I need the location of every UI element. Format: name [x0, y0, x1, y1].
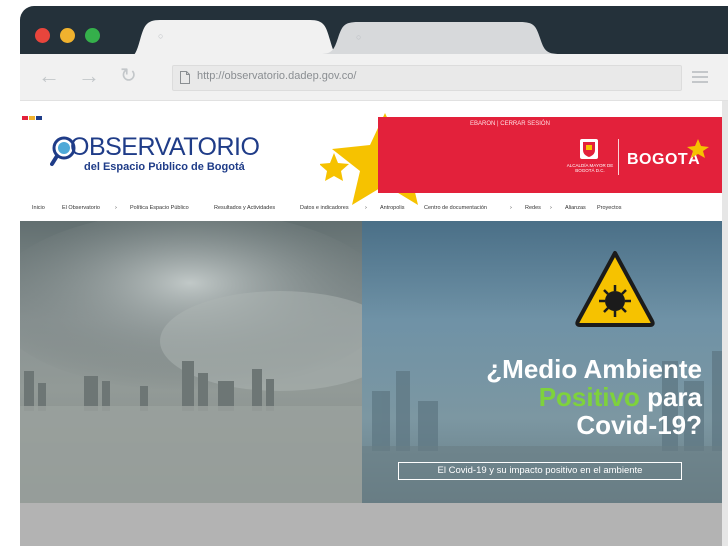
hero-title-line2-rest: para: [639, 382, 702, 412]
virus-warning-icon: [575, 251, 655, 327]
logo-subtitle: del Espacio Público de Bogotá: [84, 161, 245, 173]
nav-item-datos[interactable]: Datos e indicadores: [300, 205, 349, 211]
nav-chevron-icon: ›: [365, 205, 367, 211]
back-button[interactable]: ←: [38, 64, 60, 88]
nav-item-politica[interactable]: Política Espacio Público: [130, 205, 189, 211]
nav-item-proyectos[interactable]: Proyectos: [597, 205, 621, 211]
nav-item-observatorio[interactable]: El Observatorio: [62, 205, 100, 211]
url-field[interactable]: http://observatorio.dadep.gov.co/: [172, 65, 682, 91]
language-flags[interactable]: [22, 107, 43, 125]
logo-title: OBSERVATORIO: [70, 133, 260, 161]
main-navigation: Inicio El Observatorio › Política Espaci…: [20, 205, 728, 219]
hero-subtitle: El Covid-19 y su impacto positivo en el …: [398, 462, 682, 480]
tab-label: ○: [356, 32, 362, 42]
browser-window: ○ ○ ← → ↻ http://observatorio.dadep.gov.…: [20, 6, 728, 546]
hero-title-line1: ¿Medio Ambiente: [486, 354, 702, 384]
alcaldia-label: ALCALDÍA MAYOR DE BOGOTÁ D.C.: [566, 163, 614, 173]
session-links[interactable]: EBARON | CERRAR SESIÓN: [470, 121, 550, 127]
hero-title-highlight: Positivo: [538, 382, 640, 412]
nav-item-resultados[interactable]: Resultados y Actividades: [214, 205, 275, 211]
nav-chevron-icon: ›: [115, 205, 117, 211]
web-page: OBSERVATORIO del Espacio Público de Bogo…: [20, 101, 728, 546]
maximize-window-button[interactable]: [85, 28, 100, 43]
nav-chevron-icon: ›: [510, 205, 512, 211]
hero-title-line3: Covid-19?: [576, 410, 702, 440]
scrollbar[interactable]: [722, 101, 728, 546]
close-window-button[interactable]: [35, 28, 50, 43]
reload-button[interactable]: ↻: [120, 64, 137, 88]
minimize-window-button[interactable]: [60, 28, 75, 43]
nav-item-alianzas[interactable]: Alianzas: [565, 205, 586, 211]
url-text: http://observatorio.dadep.gov.co/: [197, 70, 357, 82]
tab-label: ○: [158, 31, 164, 41]
site-header: OBSERVATORIO del Espacio Público de Bogo…: [20, 101, 728, 205]
banner-divider: [618, 139, 619, 175]
star-icon: [687, 139, 709, 158]
address-bar: ← → ↻ http://observatorio.dadep.gov.co/: [20, 54, 728, 101]
coat-of-arms-icon: [580, 139, 598, 159]
nav-chevron-icon: ›: [550, 205, 552, 211]
stormy-city-image: [20, 221, 362, 503]
nav-item-redes[interactable]: Redes: [525, 205, 541, 211]
nav-item-documentacion[interactable]: Centro de documentación: [424, 205, 487, 211]
page-icon: [180, 71, 190, 84]
nav-item-antropolis[interactable]: Antropolis: [380, 205, 404, 211]
forward-button[interactable]: →: [78, 64, 100, 88]
nav-item-inicio[interactable]: Inicio: [32, 205, 45, 211]
hero-banner[interactable]: ¿Medio Ambiente Positivo para Covid-19? …: [20, 221, 728, 503]
hero-title-line2: Positivo para: [539, 383, 702, 411]
menu-icon[interactable]: [692, 71, 708, 83]
